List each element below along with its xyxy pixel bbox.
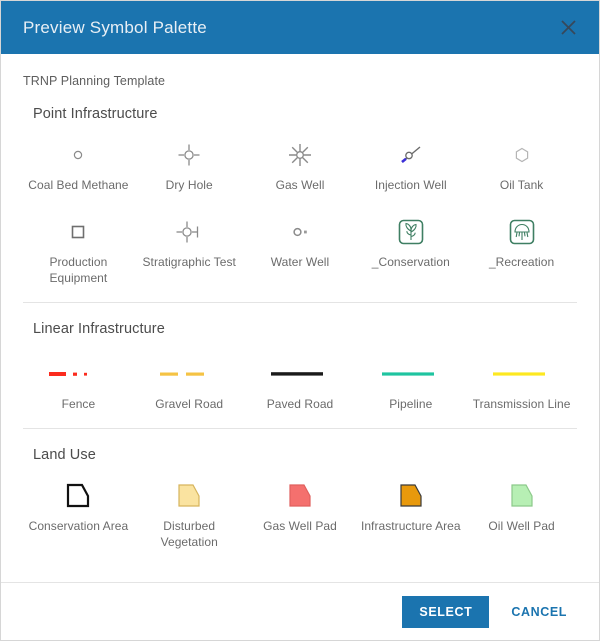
symbol-item-stratigraphic-test[interactable]: Stratigraphic Test <box>134 205 245 298</box>
starburst-icon <box>287 138 313 172</box>
cancel-button[interactable]: CANCEL <box>501 596 577 628</box>
symbol-item-fence[interactable]: Fence <box>23 343 134 424</box>
solid-line-icon <box>491 357 553 391</box>
symbol-label: Disturbed Vegetation <box>137 519 241 550</box>
section-title-point-infrastructure: Point Infrastructure <box>23 88 577 128</box>
symbol-item-conservation-area[interactable]: Conservation Area <box>23 469 134 562</box>
hexagon-outline-icon <box>509 138 535 172</box>
symbol-grid-point-infrastructure: Coal Bed Methane Dry Hole <box>23 128 577 302</box>
symbol-item-gravel-road[interactable]: Gravel Road <box>134 343 245 424</box>
dashed-line-icon <box>158 357 220 391</box>
symbol-label: _Conservation <box>372 255 450 270</box>
symbol-item-injection-well[interactable]: Injection Well <box>355 128 466 205</box>
close-icon[interactable] <box>553 13 583 43</box>
symbol-item-disturbed-vegetation[interactable]: Disturbed Vegetation <box>134 469 245 562</box>
injection-arrow-icon <box>396 138 426 172</box>
symbol-label: Transmission Line <box>473 397 571 412</box>
symbol-label: Oil Tank <box>500 178 544 193</box>
symbol-label: Stratigraphic Test <box>143 255 236 270</box>
symbol-label: Pipeline <box>389 397 432 412</box>
circle-outline-icon <box>65 138 91 172</box>
polygon-icon <box>393 479 429 513</box>
symbol-item-conservation[interactable]: _Conservation <box>355 205 466 298</box>
symbol-item-oil-tank[interactable]: Oil Tank <box>466 128 577 205</box>
symbol-label: Production Equipment <box>26 255 130 286</box>
symbol-label: Fence <box>62 397 96 412</box>
polygon-icon <box>171 479 207 513</box>
section-linear-infrastructure: Linear Infrastructure Fence <box>1 303 599 428</box>
polygon-icon <box>504 479 540 513</box>
symbol-item-paved-road[interactable]: Paved Road <box>245 343 356 424</box>
circle-dot-icon <box>287 215 313 249</box>
cross-circle-icon <box>176 138 202 172</box>
recreation-badge-icon <box>507 215 537 249</box>
select-button[interactable]: SELECT <box>402 596 489 628</box>
symbol-item-oil-well-pad[interactable]: Oil Well Pad <box>466 469 577 562</box>
symbol-item-gas-well[interactable]: Gas Well <box>245 128 356 205</box>
symbol-label: Paved Road <box>267 397 334 412</box>
symbol-item-dry-hole[interactable]: Dry Hole <box>134 128 245 205</box>
symbol-item-recreation[interactable]: _Recreation <box>466 205 577 298</box>
section-title-land-use: Land Use <box>23 429 577 469</box>
section-land-use: Land Use Conservation Area <box>1 429 599 566</box>
symbol-grid-linear-infrastructure: Fence Gravel Road Paved Road <box>23 343 577 428</box>
solid-line-icon <box>380 357 442 391</box>
dialog-title: Preview Symbol Palette <box>23 18 553 38</box>
symbol-label: Conservation Area <box>29 519 129 534</box>
symbol-grid-land-use: Conservation Area Disturbed Vegetation <box>23 469 577 566</box>
polygon-icon <box>282 479 318 513</box>
cross-circle-tick-icon <box>174 215 204 249</box>
symbol-label: Gravel Road <box>155 397 223 412</box>
symbol-item-water-well[interactable]: Water Well <box>245 205 356 298</box>
symbol-label: Infrastructure Area <box>361 519 461 534</box>
symbol-label: Injection Well <box>375 178 447 193</box>
dialog-titlebar: Preview Symbol Palette <box>1 1 599 54</box>
preview-symbol-palette-dialog: Preview Symbol Palette TRNP Planning Tem… <box>0 0 600 641</box>
conservation-badge-icon <box>396 215 426 249</box>
symbol-item-coal-bed-methane[interactable]: Coal Bed Methane <box>23 128 134 205</box>
section-title-linear-infrastructure: Linear Infrastructure <box>23 303 577 343</box>
dialog-body: TRNP Planning Template Point Infrastruct… <box>1 54 599 582</box>
square-outline-icon <box>65 215 91 249</box>
solid-line-icon <box>269 357 331 391</box>
symbol-item-transmission-line[interactable]: Transmission Line <box>466 343 577 424</box>
symbol-item-gas-well-pad[interactable]: Gas Well Pad <box>245 469 356 562</box>
polygon-icon <box>60 479 96 513</box>
symbol-label: Gas Well <box>276 178 325 193</box>
symbol-label: Dry Hole <box>166 178 213 193</box>
template-name: TRNP Planning Template <box>1 54 599 88</box>
section-point-infrastructure: Point Infrastructure Coal Bed Methane <box>1 88 599 302</box>
symbol-label: Oil Well Pad <box>488 519 554 534</box>
symbol-item-production-equipment[interactable]: Production Equipment <box>23 205 134 298</box>
dialog-footer: SELECT CANCEL <box>1 582 599 640</box>
symbol-label: Gas Well Pad <box>263 519 337 534</box>
symbol-label: Coal Bed Methane <box>28 178 128 193</box>
symbol-label: _Recreation <box>489 255 554 270</box>
symbol-item-infrastructure-area[interactable]: Infrastructure Area <box>355 469 466 562</box>
symbol-label: Water Well <box>271 255 330 270</box>
dash-dot-line-icon <box>47 357 109 391</box>
symbol-item-pipeline[interactable]: Pipeline <box>355 343 466 424</box>
